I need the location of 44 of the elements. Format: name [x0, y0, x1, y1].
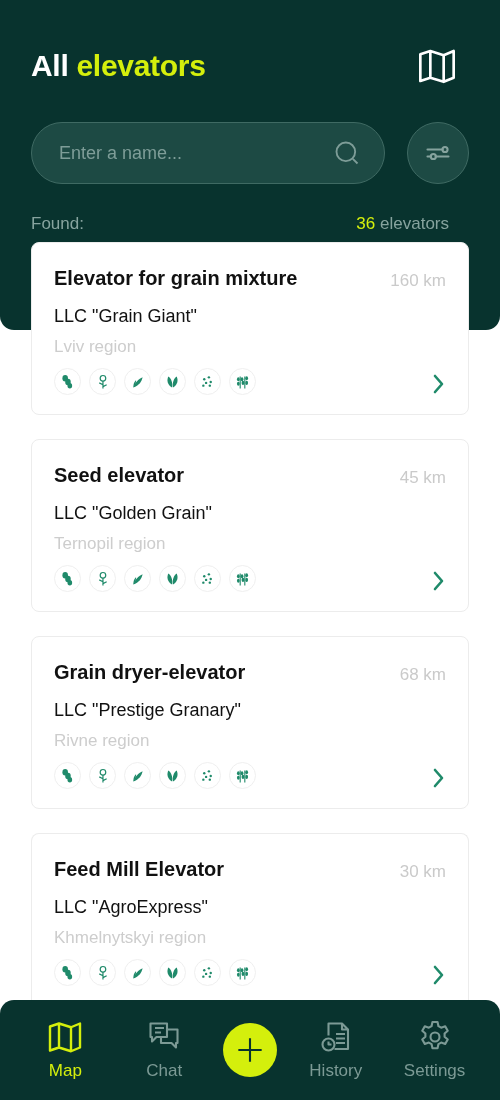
seeds-icon [194, 564, 221, 592]
flower-icon [89, 761, 116, 789]
peanut-icon [54, 367, 81, 395]
company-name: LLC "AgroExpress" [54, 897, 209, 918]
search-field[interactable]: Enter a name... [31, 122, 385, 184]
peanut-icon [54, 564, 81, 592]
search-icon [333, 139, 361, 167]
elevator-name: Elevator for grain mixture [54, 267, 298, 290]
leaves-icon [159, 367, 186, 395]
add-button[interactable] [223, 1023, 277, 1077]
company-name: LLC "Prestige Granary" [54, 700, 242, 721]
peanut-icon [54, 761, 81, 789]
seeds-icon [194, 367, 221, 395]
found-label: Found: [31, 214, 84, 234]
peanut-icon [54, 958, 81, 986]
nav-tab[interactable]: History [295, 1019, 376, 1081]
page-title: All elevators [31, 49, 206, 83]
elevator-name: Grain dryer-elevator [54, 661, 246, 684]
map-icon [47, 1019, 84, 1055]
leaves-icon [159, 564, 186, 592]
leaf-icon [124, 761, 151, 789]
nav-tab[interactable]: Map [25, 1019, 106, 1081]
plus-icon [236, 1036, 264, 1064]
elevator-name: Feed Mill Elevator [54, 858, 225, 881]
leaves-icon [159, 761, 186, 789]
elevator-name: Seed elevator [54, 464, 185, 487]
flower-icon [89, 958, 116, 986]
seeds-icon [194, 761, 221, 789]
wheat-icon [229, 367, 256, 395]
wheat-icon [229, 564, 256, 592]
seeds-icon [194, 958, 221, 986]
wheat-icon [229, 761, 256, 789]
flower-icon [89, 564, 116, 592]
found-count: 36 elevators [356, 214, 449, 234]
nav-tab[interactable]: Settings [394, 1019, 475, 1081]
wheat-icon [229, 958, 256, 986]
leaf-icon [124, 564, 151, 592]
flower-icon [89, 367, 116, 395]
leaves-icon [159, 958, 186, 986]
leaf-icon [124, 958, 151, 986]
company-name: LLC "Grain Giant" [54, 306, 198, 327]
company-name: LLC "Golden Grain" [54, 503, 213, 524]
nav-tab[interactable]: Chat [124, 1019, 205, 1081]
leaf-icon [124, 367, 151, 395]
